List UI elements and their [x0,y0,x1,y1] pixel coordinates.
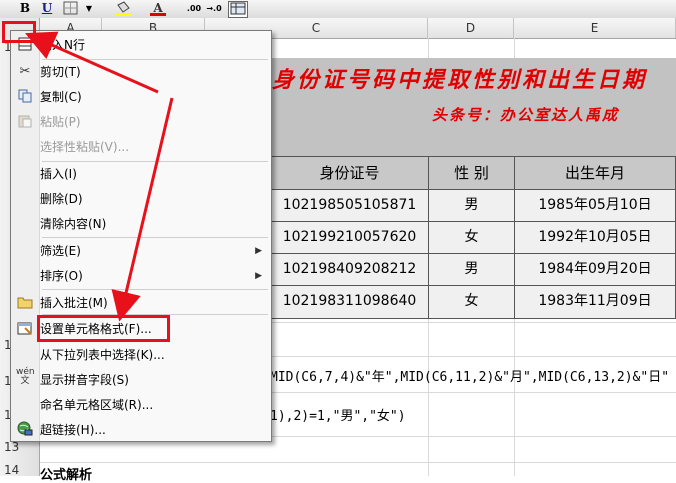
arrow-to-corner [25,31,159,94]
arrow-to-format-cells [111,97,174,322]
annotation-arrows [25,31,174,322]
